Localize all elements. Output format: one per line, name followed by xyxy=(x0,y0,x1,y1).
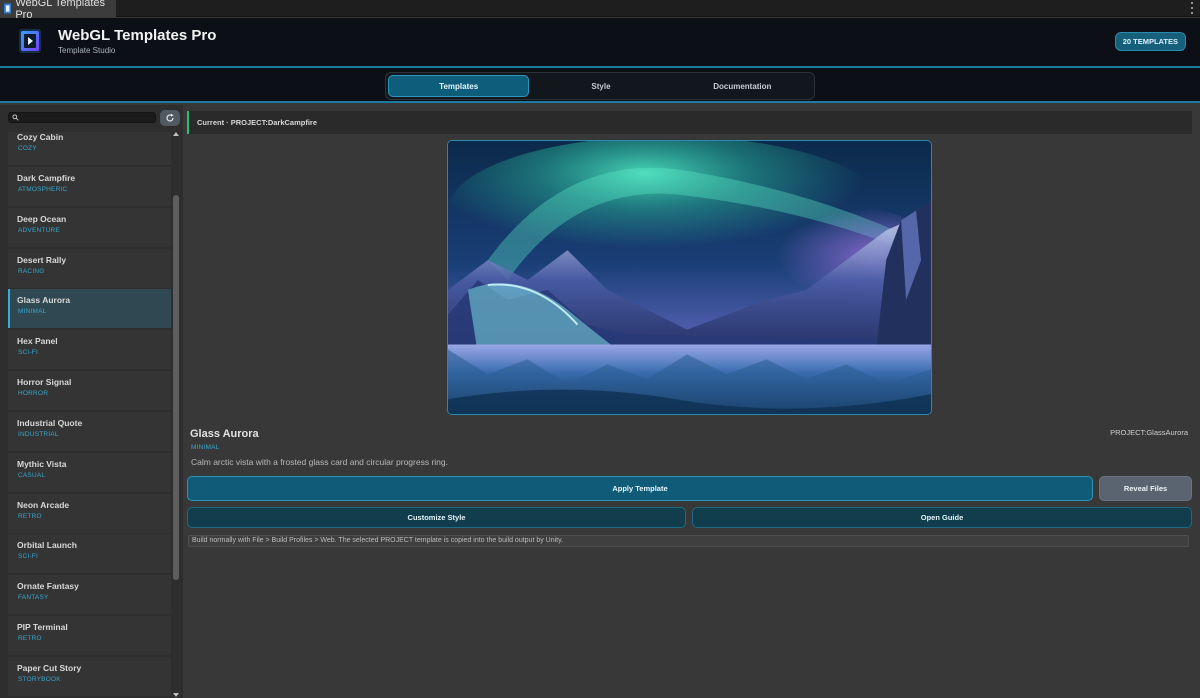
list-item-category: MINIMAL xyxy=(18,308,47,316)
list-item[interactable]: PIP Terminal RETRO xyxy=(8,616,171,656)
list-item-selected[interactable]: Glass Aurora MINIMAL xyxy=(8,289,171,329)
customize-style-button[interactable]: Customize Style xyxy=(187,507,686,528)
current-template-bar: Current · PROJECT:DarkCampfire xyxy=(187,111,1192,134)
list-item[interactable]: Deep Ocean ADVENTURE xyxy=(8,207,171,247)
sidebar-scrollbar[interactable] xyxy=(171,132,181,698)
list-item[interactable]: Desert Rally RACING xyxy=(8,248,171,288)
search-input[interactable] xyxy=(8,112,156,123)
list-item-category: FANTASY xyxy=(18,594,49,602)
scrollbar-thumb[interactable] xyxy=(173,195,179,580)
list-item[interactable]: Horror Signal HORROR xyxy=(8,371,171,411)
list-item-name: Neon Arcade xyxy=(17,499,70,510)
apply-template-button[interactable]: Apply Template xyxy=(187,476,1093,501)
template-title: Glass Aurora xyxy=(190,428,259,440)
list-item-name: Mythic Vista xyxy=(17,458,67,469)
list-item[interactable]: Neon Arcade RETRO xyxy=(8,493,171,533)
template-list: Cozy Cabin COZY Dark Campfire ATMOSPHERIC … xyxy=(8,132,171,698)
build-hint: Build normally with File > Build Profile… xyxy=(188,535,1189,547)
list-item[interactable]: Dark Campfire ATMOSPHERIC xyxy=(8,166,171,206)
app-title: WebGL Templates Pro xyxy=(58,27,217,44)
more-options-icon[interactable] xyxy=(1190,2,1194,14)
list-item[interactable]: Mythic Vista CASUAL xyxy=(8,452,171,492)
list-item[interactable]: Hex Panel SCI-FI xyxy=(8,330,171,370)
tab-style[interactable]: Style xyxy=(531,75,670,97)
tab-documentation[interactable]: Documentation xyxy=(673,75,812,97)
refresh-icon xyxy=(166,113,174,122)
list-item-name: Cozy Cabin xyxy=(17,132,64,142)
app-logo-icon xyxy=(19,29,41,53)
open-guide-button[interactable]: Open Guide xyxy=(692,507,1192,528)
list-item[interactable]: Industrial Quote INDUSTRIAL xyxy=(8,411,171,451)
list-item-category: STORYBOOK xyxy=(18,675,61,683)
tab-templates[interactable]: Templates xyxy=(388,75,530,97)
list-item-category: RACING xyxy=(18,267,45,275)
template-id: PROJECT:GlassAurora xyxy=(1110,428,1188,437)
list-item-name: Desert Rally xyxy=(17,254,67,265)
refresh-button[interactable] xyxy=(160,110,180,126)
template-preview-image xyxy=(447,140,932,415)
unity-tab-icon xyxy=(4,3,12,14)
nav-tabs: Templates Style Documentation xyxy=(385,72,815,100)
template-sidebar: Cozy Cabin COZY Dark Campfire ATMOSPHERIC … xyxy=(0,105,183,698)
list-item-category: RETRO xyxy=(18,635,42,643)
list-item-category: COZY xyxy=(18,145,37,152)
list-item-category: SCI-FI xyxy=(18,349,38,357)
list-item-name: Paper Cut Story xyxy=(17,662,82,673)
list-item[interactable]: Orbital Launch SCI-FI xyxy=(8,534,171,574)
nav-band: Templates Style Documentation xyxy=(0,68,1200,103)
app-subtitle: Template Studio xyxy=(58,46,116,55)
list-item-name: Industrial Quote xyxy=(17,417,83,428)
app-header: WebGL Templates Pro Template Studio 20 T… xyxy=(0,18,1200,66)
template-count-badge: 20 TEMPLATES xyxy=(1114,32,1186,51)
list-item-name: Hex Panel xyxy=(17,336,58,347)
template-category: MINIMAL xyxy=(191,444,220,451)
list-item-name: Horror Signal xyxy=(17,377,72,388)
list-item-name: PIP Terminal xyxy=(17,622,68,633)
scroll-down-icon[interactable] xyxy=(173,693,179,697)
list-item-name: Dark Campfire xyxy=(17,172,76,183)
list-item-category: SCI-FI xyxy=(18,553,38,561)
current-template-label: Current · PROJECT:DarkCampfire xyxy=(197,118,318,127)
window-tab-strip: WebGL Templates Pro xyxy=(0,0,1200,21)
template-description: Calm arctic vista with a frosted glass c… xyxy=(191,457,448,467)
list-item-category: CASUAL xyxy=(18,471,46,479)
list-item-name: Orbital Launch xyxy=(17,540,77,551)
list-item[interactable]: Ornate Fantasy FANTASY xyxy=(8,575,171,615)
list-item-category: ATMOSPHERIC xyxy=(18,185,68,193)
list-item-category: ADVENTURE xyxy=(18,226,60,234)
search-icon xyxy=(12,114,19,121)
list-item-name: Ornate Fantasy xyxy=(17,581,79,592)
reveal-files-button[interactable]: Reveal Files xyxy=(1099,476,1192,501)
list-item-name: Deep Ocean xyxy=(17,213,67,224)
list-item[interactable]: Paper Cut Story STORYBOOK xyxy=(8,656,171,696)
scroll-up-icon[interactable] xyxy=(173,132,179,136)
window-tab[interactable]: WebGL Templates Pro xyxy=(0,0,116,21)
list-item-category: HORROR xyxy=(18,390,49,398)
list-item-category: INDUSTRIAL xyxy=(18,430,59,438)
list-item-name: Glass Aurora xyxy=(17,295,71,306)
list-item[interactable]: Cozy Cabin COZY xyxy=(8,132,171,165)
list-item-category: RETRO xyxy=(18,512,42,520)
